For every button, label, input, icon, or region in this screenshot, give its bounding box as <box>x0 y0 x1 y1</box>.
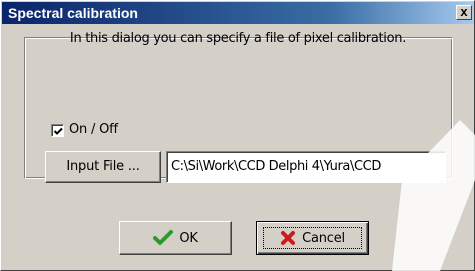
on-off-checkbox[interactable] <box>51 124 64 137</box>
checkmark-icon <box>153 230 174 245</box>
ok-button-label: OK <box>179 230 198 246</box>
input-file-button[interactable]: Input File ... <box>45 151 161 183</box>
dialog-title: Spectral calibration <box>8 5 138 21</box>
ok-button[interactable]: OK <box>119 221 232 255</box>
input-file-button-label: Input File ... <box>66 159 140 174</box>
file-path-value: C:\Si\Work\CCD Delphi 4\Yura\CCD <box>171 159 381 174</box>
close-icon: x <box>460 4 468 19</box>
file-path-input[interactable]: C:\Si\Work\CCD Delphi 4\Yura\CCD <box>166 151 446 183</box>
description-text: In this dialog you can specify a file of… <box>69 31 407 46</box>
red-x-icon <box>281 231 296 245</box>
on-off-label: On / Off <box>69 122 118 137</box>
cancel-button[interactable]: Cancel <box>256 221 369 255</box>
title-bar[interactable]: Spectral calibration x <box>2 2 474 24</box>
cancel-button-label: Cancel <box>302 230 345 246</box>
close-button[interactable]: x <box>456 5 472 20</box>
spectral-calibration-dialog: Spectral calibration x In this dialog yo… <box>0 0 475 271</box>
check-icon <box>53 127 63 135</box>
